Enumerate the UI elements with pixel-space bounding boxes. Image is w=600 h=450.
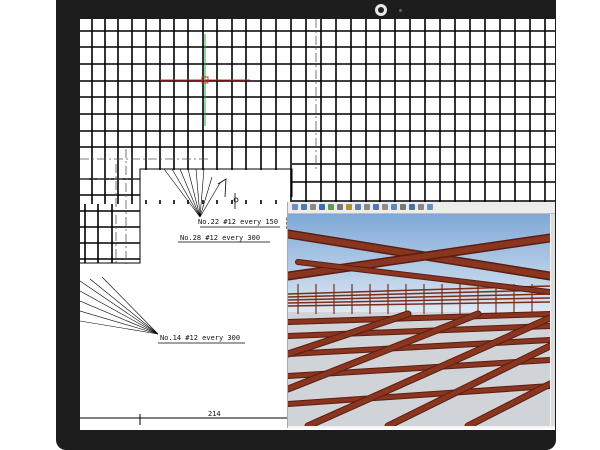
render-window[interactable] bbox=[287, 202, 555, 428]
save-icon[interactable] bbox=[409, 204, 415, 210]
tablet-screen[interactable]: No.22 #12 every 150 No.28 #12 every 300 … bbox=[80, 19, 555, 430]
settings-icon[interactable] bbox=[400, 204, 406, 210]
camera-icon[interactable] bbox=[355, 204, 361, 210]
dimension-bottom: 214 bbox=[208, 410, 221, 418]
shade-icon[interactable] bbox=[328, 204, 334, 210]
bar-label-28: No.28 #12 every 300 bbox=[180, 234, 260, 242]
help-icon[interactable] bbox=[427, 204, 433, 210]
rebar-3d-render[interactable] bbox=[288, 214, 550, 426]
render-scrollbar[interactable] bbox=[551, 214, 555, 426]
wire-icon[interactable] bbox=[337, 204, 343, 210]
arrow-icon[interactable] bbox=[292, 204, 298, 210]
sensor-icon bbox=[399, 9, 402, 12]
print-icon[interactable] bbox=[418, 204, 424, 210]
light-icon[interactable] bbox=[346, 204, 352, 210]
section-icon[interactable] bbox=[382, 204, 388, 210]
camera-lens bbox=[378, 7, 384, 13]
3d-viewport[interactable] bbox=[288, 214, 550, 426]
measure-icon[interactable] bbox=[391, 204, 397, 210]
rotate-icon[interactable] bbox=[319, 204, 325, 210]
grid-icon[interactable] bbox=[364, 204, 370, 210]
render-toolbar bbox=[288, 202, 555, 214]
bar-label-22: No.22 #12 every 150 bbox=[198, 218, 278, 226]
pan-icon[interactable] bbox=[301, 204, 307, 210]
layer-icon[interactable] bbox=[373, 204, 379, 210]
bar-label-14: No.14 #12 every 300 bbox=[160, 334, 240, 342]
slab-mask bbox=[141, 170, 287, 200]
zoom-icon[interactable] bbox=[310, 204, 316, 210]
